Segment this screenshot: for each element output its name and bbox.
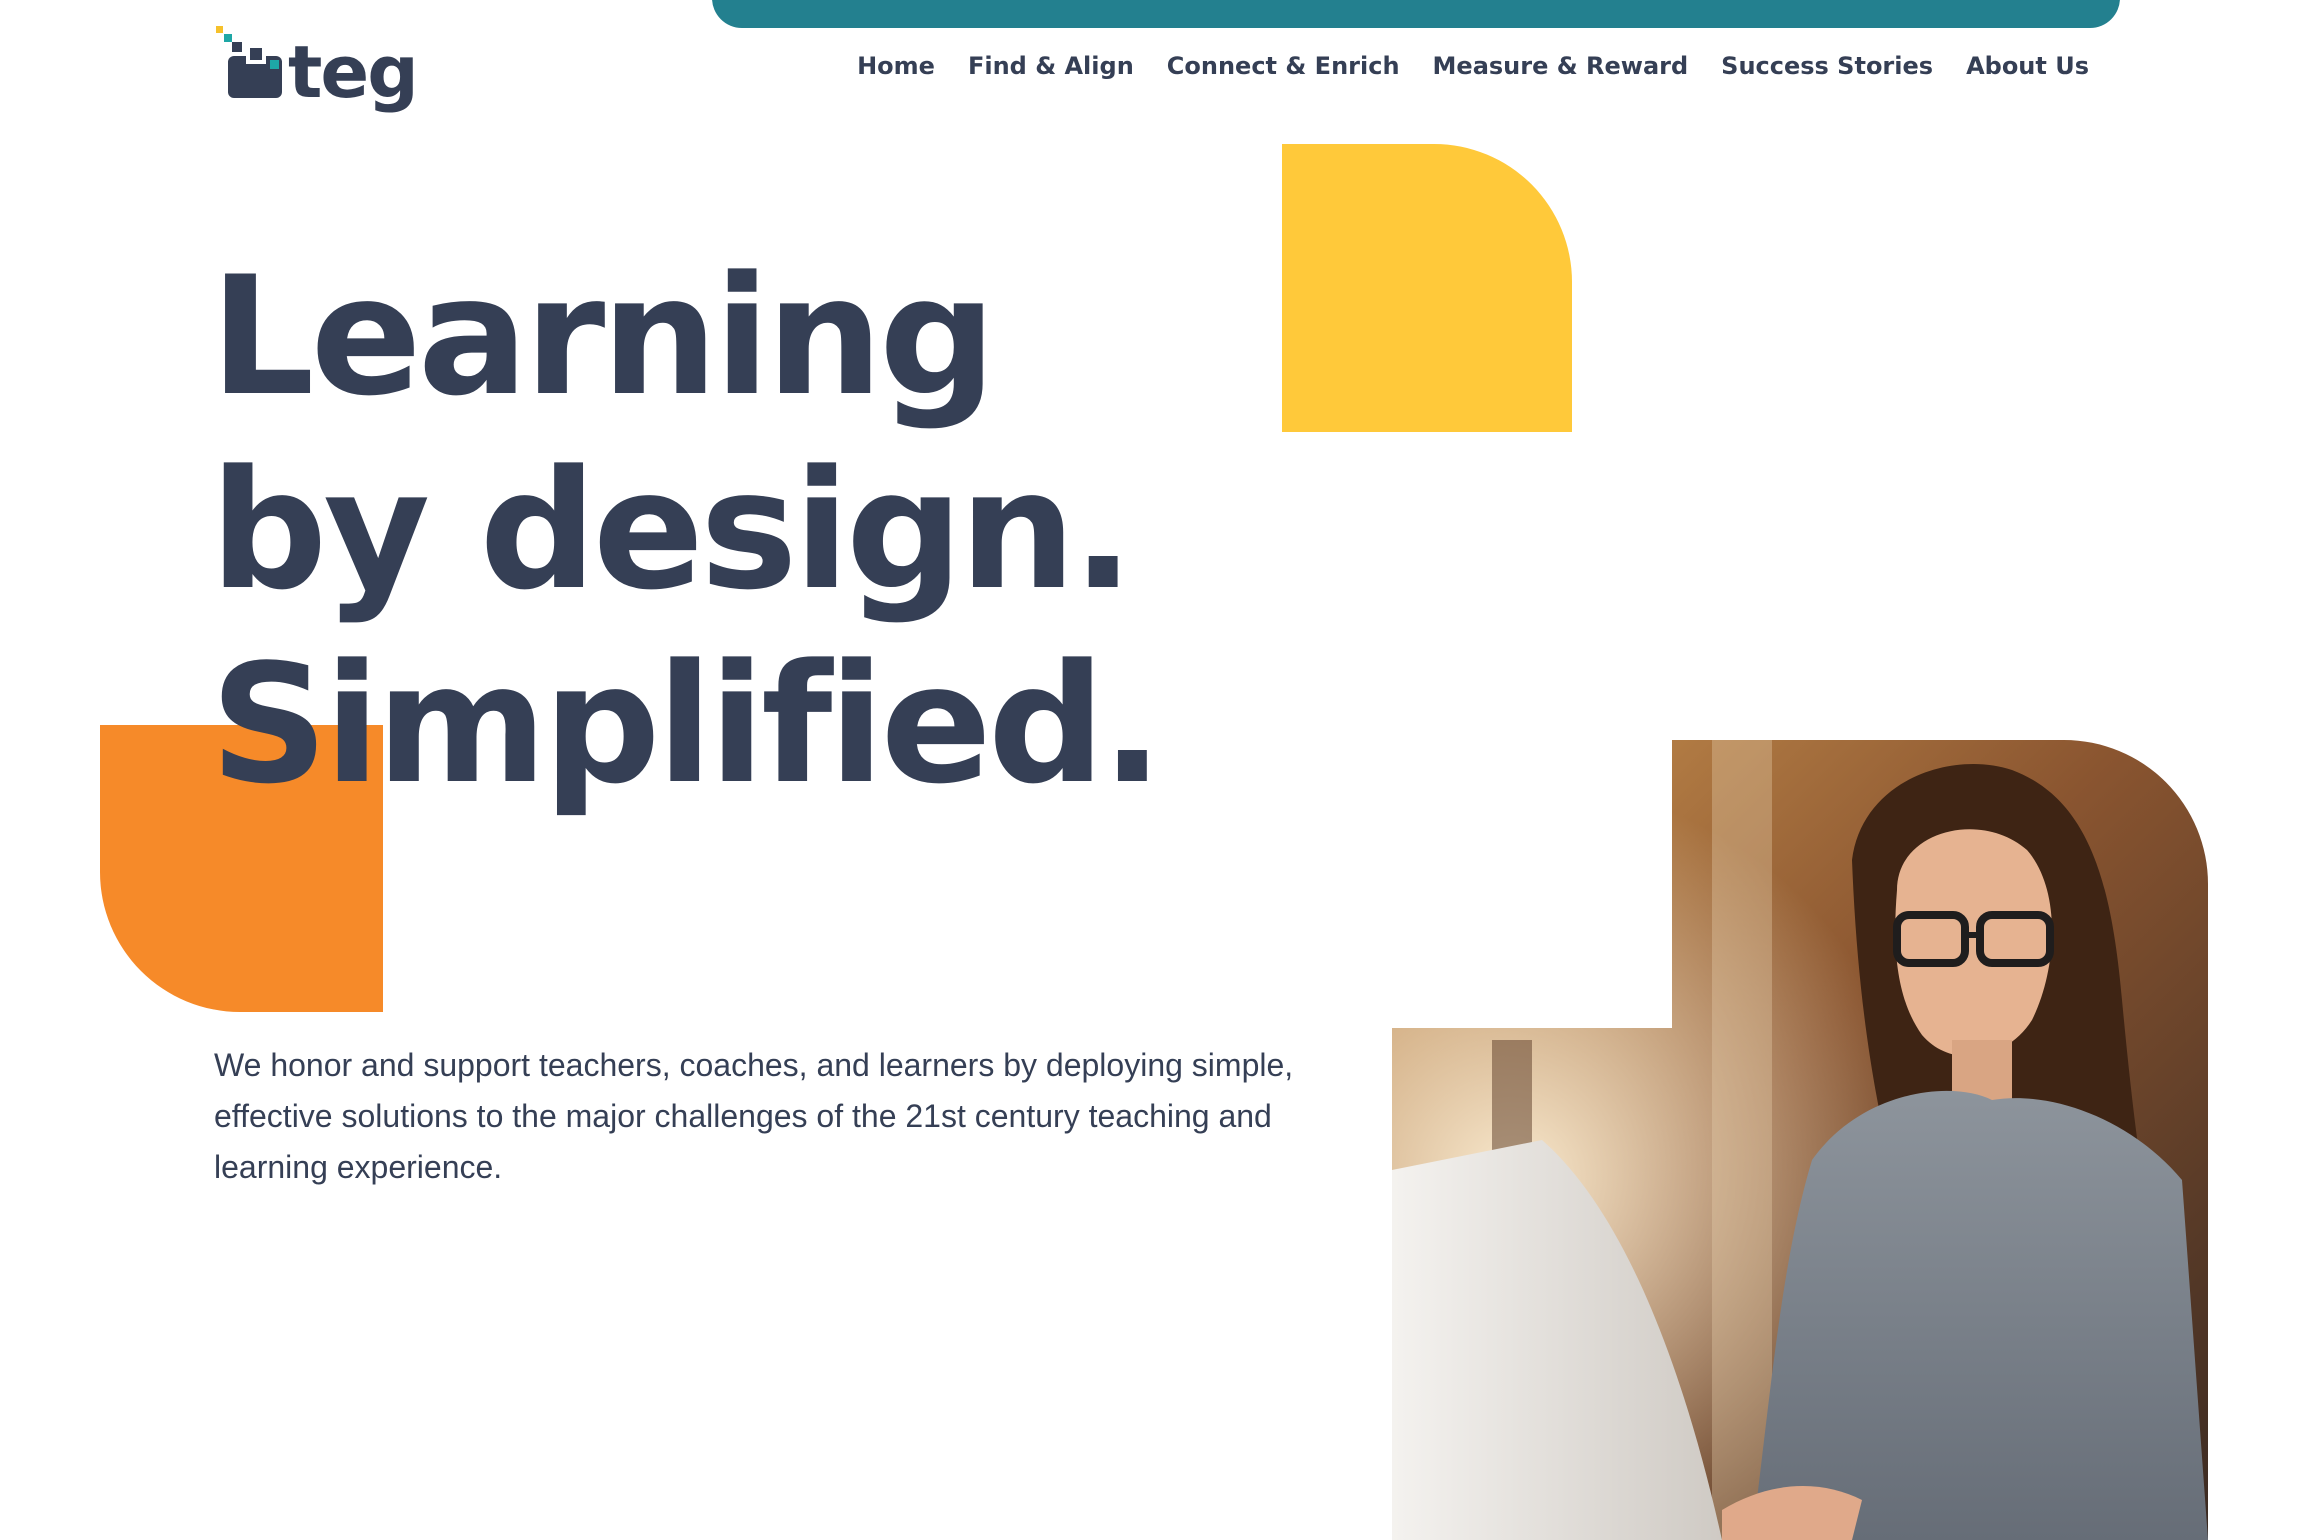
teg-logo-link[interactable]: teg [210,22,430,122]
main-nav: Home Find & Align Connect & Enrich Measu… [857,52,2089,80]
hero-intro-text: We honor and support teachers, coaches, … [214,1047,1294,1185]
nav-find-align[interactable]: Find & Align [968,52,1134,80]
logo-text: teg [288,30,419,114]
nav-home[interactable]: Home [857,52,935,80]
headline-line-2: by design. [210,435,1134,626]
nav-about-us[interactable]: About Us [1966,52,2089,80]
nav-success-stories[interactable]: Success Stories [1721,52,1933,80]
nav-measure-reward[interactable]: Measure & Reward [1433,52,1689,80]
hero-headline: Learning by design. Simplified. [210,240,1164,822]
headline-line-3: Simplified. [210,629,1164,820]
teg-pixel-logo-icon [216,26,282,98]
top-accent-bar [712,0,2120,28]
nav-connect-enrich[interactable]: Connect & Enrich [1167,52,1400,80]
woman-at-laptop-photo [1392,740,2208,1540]
headline-line-1: Learning [210,241,996,432]
decorative-yellow-shape [1282,144,1572,432]
